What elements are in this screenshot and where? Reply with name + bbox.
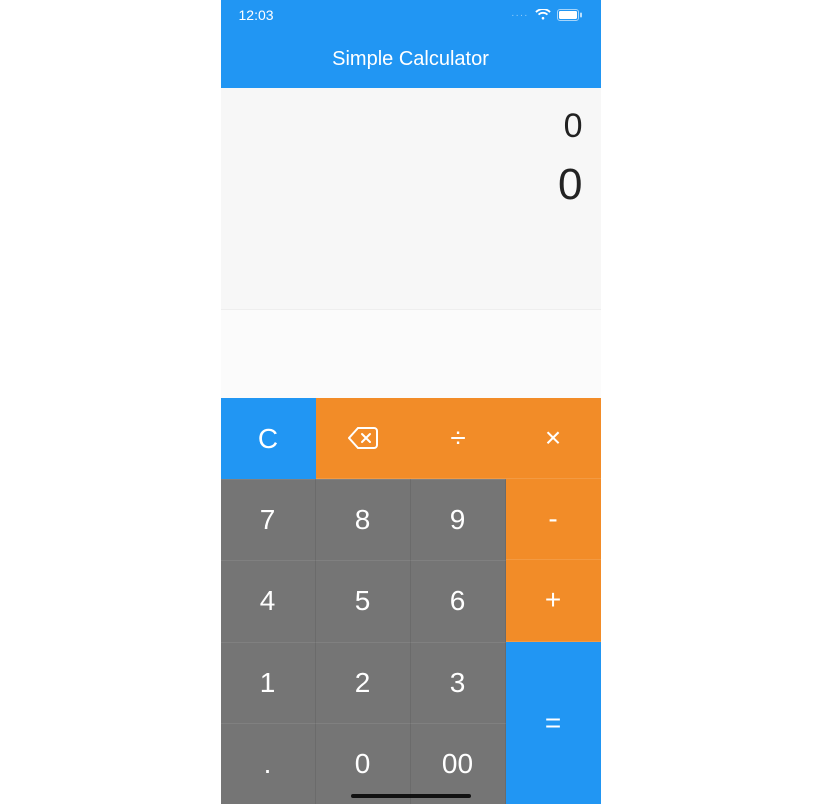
plus-button[interactable]: +	[506, 560, 601, 641]
digit-6-button[interactable]: 6	[411, 560, 506, 641]
equals-button[interactable]: =	[506, 642, 601, 804]
backspace-button[interactable]	[316, 398, 411, 479]
clear-button[interactable]: C	[221, 398, 316, 479]
digit-9-button[interactable]: 9	[411, 479, 506, 560]
status-bar: 12:03 ····	[221, 0, 601, 30]
status-time: 12:03	[239, 7, 274, 23]
digit-4-button[interactable]: 4	[221, 560, 316, 641]
phone-frame: 12:03 ···· Simple Calculator 0 0 C ÷ × 7	[221, 0, 601, 804]
minus-button[interactable]: -	[506, 479, 601, 560]
status-indicators: ····	[511, 9, 582, 21]
digit-7-button[interactable]: 7	[221, 479, 316, 560]
app-title: Simple Calculator	[332, 48, 489, 71]
digit-8-button[interactable]: 8	[316, 479, 411, 560]
digit-5-button[interactable]: 5	[316, 560, 411, 641]
divide-button[interactable]: ÷	[411, 398, 506, 479]
digit-2-button[interactable]: 2	[316, 642, 411, 723]
display-spacer	[221, 310, 601, 398]
multiply-button[interactable]: ×	[506, 398, 601, 479]
display-expression: 0	[239, 106, 583, 147]
wifi-icon	[535, 9, 551, 21]
decimal-button[interactable]: .	[221, 723, 316, 804]
display-result: 0	[239, 161, 583, 209]
app-header: Simple Calculator	[221, 30, 601, 88]
home-indicator[interactable]	[351, 794, 471, 798]
double-zero-button[interactable]: 00	[411, 723, 506, 804]
digit-1-button[interactable]: 1	[221, 642, 316, 723]
battery-icon	[557, 9, 583, 21]
calculator-display: 0 0	[221, 88, 601, 310]
digit-3-button[interactable]: 3	[411, 642, 506, 723]
cellular-icon: ····	[511, 10, 528, 21]
keypad: C ÷ × 7 8 9 - 4 5 6 + 1 2 3 = . 0 00	[221, 398, 601, 804]
backspace-icon	[348, 427, 378, 449]
digit-0-button[interactable]: 0	[316, 723, 411, 804]
